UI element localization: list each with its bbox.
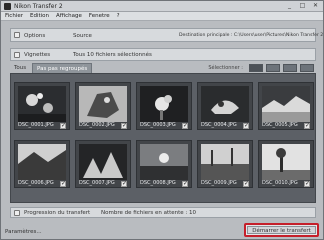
collapse-chevron-icon[interactable] [14,52,20,58]
thumbnail-image [201,144,249,180]
thumbnail-filename: DSC_0009.JPG [201,180,237,186]
thumbnail-item[interactable]: DSC_0007.JPG [75,140,131,188]
thumbnail-filename: DSC_0008.JPG [140,180,176,186]
app-window: Nikon Transfer 2 _ □ ✕ Fichier Edition A… [0,0,324,240]
thumbnail-checkbox[interactable] [182,180,188,187]
thumbnail-item[interactable]: DSC_0004.JPG [197,82,253,130]
thumbnail-image [79,144,127,180]
thumbnail-filename: DSC_0010.JPG [262,180,298,186]
menu-view[interactable]: Affichage [56,12,82,20]
expand-chevron-icon[interactable] [14,210,20,216]
select-label: Sélectionner : [208,65,243,71]
thumbnail-item[interactable]: DSC_0009.JPG [197,140,253,188]
thumbnail-checkbox[interactable] [243,180,249,187]
start-transfer-button[interactable]: Démarrer le transfert [244,223,319,237]
window-title: Nikon Transfer 2 [14,3,63,10]
source-label: Options [24,33,46,39]
thumbnail-image [201,86,249,122]
menu-file[interactable]: Fichier [5,12,23,20]
tab-ungrouped[interactable]: Pas pas regroupés [32,63,93,73]
thumbnail-image [262,86,310,122]
maximize-icon[interactable]: □ [299,3,306,9]
source-value: Source [73,33,92,39]
thumbnail-filename: DSC_0007.JPG [79,180,115,186]
thumbnail-item[interactable]: DSC_0003.JPG [136,82,192,130]
thumbnail-checkbox[interactable] [121,122,127,129]
selection-count: Tous 10 fichiers sélectionnés [73,52,152,58]
thumbnail-item[interactable]: DSC_0006.JPG [14,140,70,188]
thumbnails-panel-header[interactable]: Vignettes Tous 10 fichiers sélectionnés [10,48,316,61]
thumbnail-checkbox[interactable] [304,122,310,129]
thumbnail-item[interactable]: DSC_0008.JPG [136,140,192,188]
thumbnail-filename: DSC_0004.JPG [201,122,237,128]
queue-label: Progression du transfert [24,210,91,216]
thumbnail-item[interactable]: DSC_0001.JPG [14,82,70,130]
thumbnail-checkbox[interactable] [60,180,66,187]
thumbnail-checkbox[interactable] [121,180,127,187]
thumbnail-item[interactable]: DSC_0002.JPG [75,82,131,130]
menu-edit[interactable]: Edition [30,12,49,20]
close-icon[interactable]: ✕ [312,3,319,9]
thumbnail-small-icon[interactable] [266,64,280,72]
thumbnail-checkbox[interactable] [182,122,188,129]
thumbnail-checkbox[interactable] [304,180,310,187]
thumbnail-item[interactable]: DSC_0005.JPG [258,82,314,130]
expand-chevron-icon[interactable] [14,32,20,38]
thumbnail-image [79,86,127,122]
thumbnail-checkbox[interactable] [243,122,249,129]
title-bar: Nikon Transfer 2 _ □ ✕ [1,1,323,12]
thumbnail-item[interactable]: DSC_0010.JPG [258,140,314,188]
queue-count: Nombre de fichiers en attente : 10 [101,210,197,216]
thumbnail-filename: DSC_0001.JPG [18,122,54,128]
thumbnail-filename: DSC_0003.JPG [140,122,176,128]
source-panel[interactable]: Options Source Destination principale : … [10,28,323,42]
thumbnails-label: Vignettes [24,52,51,58]
thumbnail-filename: DSC_0006.JPG [18,180,54,186]
thumbnail-filename: DSC_0002.JPG [79,122,115,128]
menu-help[interactable]: ? [117,12,120,20]
tab-all[interactable]: Tous [10,63,30,73]
thumbnail-image [140,144,188,180]
thumbnail-image [262,144,310,180]
app-icon [4,3,11,10]
list-view-icon[interactable] [300,64,314,72]
select-all-icon[interactable] [249,64,263,72]
thumbnail-large-icon[interactable] [283,64,297,72]
minimize-icon[interactable]: _ [286,3,293,9]
thumbnail-image [18,144,66,180]
destination-path: Destination principale : C:\Users\user\P… [179,33,324,38]
thumbnail-checkbox[interactable] [60,122,66,129]
transfer-queue-panel[interactable]: Progression du transfert Nombre de fichi… [10,207,316,218]
thumbnail-image [18,86,66,122]
thumbnail-filename: DSC_0005.JPG [262,122,298,128]
status-text[interactable]: Paramètres... [5,228,42,236]
thumbnail-grid: DSC_0001.JPG DSC_0002.JPG DSC_0003.JPG D… [10,73,316,203]
thumbnail-image [140,86,188,122]
start-transfer-label: Démarrer le transfert [247,226,316,234]
menu-window[interactable]: Fenetre [89,12,110,20]
tabs-row: Tous Pas pas regroupés Sélectionner : [10,63,316,73]
menu-bar: Fichier Edition Affichage Fenetre ? [1,12,323,21]
